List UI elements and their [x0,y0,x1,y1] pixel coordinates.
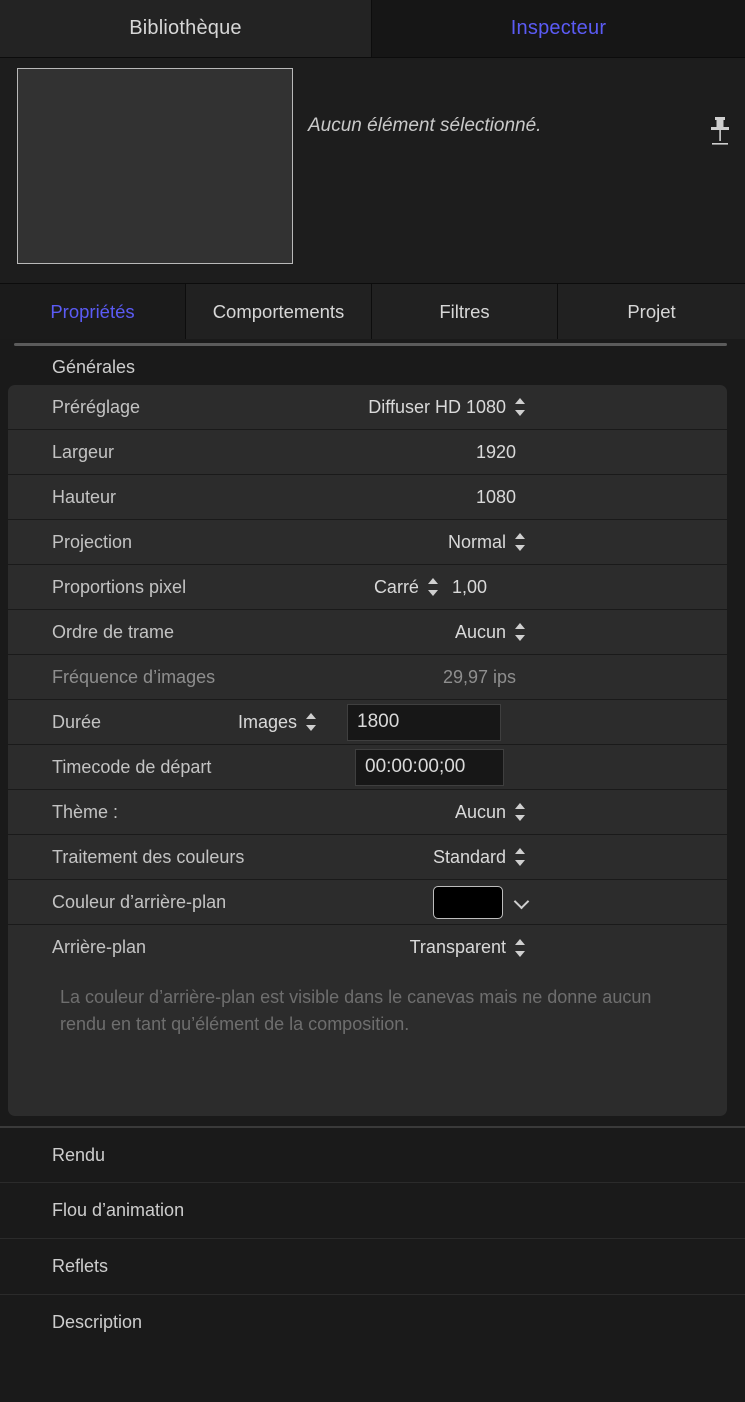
pixel-aspect-ratio[interactable]: 1,00 [452,577,487,598]
height-value[interactable]: 1080 [476,487,516,508]
start-timecode-input[interactable]: 00:00:00;00 [355,748,504,786]
inspector-tab-bar: Propriétés Comportements Filtres Projet [0,283,745,340]
section-description[interactable]: Description [0,1294,745,1350]
tab-filtres[interactable]: Filtres [372,284,558,340]
theme-popup[interactable]: Aucun [455,802,527,823]
properties-panel: Générales Préréglage Diffuser HD 1080 La… [0,339,745,1402]
field-order-popup[interactable]: Aucun [455,622,527,643]
theme-value: Aucun [454,801,506,822]
row-background-color[interactable]: Couleur d’arrière-plan [8,880,727,925]
row-background[interactable]: Arrière-plan Transparent [8,925,727,970]
background-color-swatch[interactable] [433,886,503,919]
field-order-value: Aucun [454,621,506,642]
collapsed-sections: Rendu Flou d’animation Reflets Descripti… [0,1126,745,1350]
preset-popup[interactable]: Diffuser HD 1080 [368,397,527,418]
general-properties-list: Préréglage Diffuser HD 1080 Largeur 1920… [0,385,745,970]
frame-rate-value: 29,97 ips [442,666,516,687]
row-label: Timecode de départ [52,756,212,777]
row-label: Hauteur [52,486,117,507]
section-flou-animation[interactable]: Flou d’animation [0,1182,745,1238]
duration-input[interactable]: 1800 [347,703,501,741]
row-color-processing[interactable]: Traitement des couleurs Standard [8,835,727,880]
pushpin-icon[interactable] [707,115,733,149]
preview-thumbnail[interactable] [17,68,293,264]
color-processing-value: Standard [432,846,506,867]
section-rendu[interactable]: Rendu [0,1126,745,1182]
stepper-icon[interactable] [514,938,527,958]
row-label: Durée [52,711,102,732]
row-label: Proportions pixel [52,576,187,597]
width-value[interactable]: 1920 [476,442,516,463]
row-label: Couleur d’arrière-plan [52,891,227,912]
duration-unit-popup[interactable]: Images [238,712,318,733]
stepper-icon[interactable] [514,397,527,417]
panel-top-divider [14,343,727,346]
tab-proprietes[interactable]: Propriétés [0,284,186,340]
pixel-aspect-value: Carré [373,576,419,597]
background-popup[interactable]: Transparent [410,937,527,958]
top-tab-bar: Bibliothèque Inspecteur [0,0,745,57]
stepper-icon[interactable] [514,622,527,642]
stepper-icon[interactable] [514,802,527,822]
row-frame-rate: Fréquence d’images 29,97 ips [8,655,727,700]
duration-unit-value: Images [238,711,298,732]
row-label: Fréquence d’images [52,666,216,687]
row-label: Préréglage [52,396,141,417]
stepper-icon[interactable] [514,847,527,867]
row-label: Traitement des couleurs [52,846,245,867]
row-field-order[interactable]: Ordre de trame Aucun [8,610,727,655]
stepper-icon[interactable] [427,577,440,597]
row-start-timecode[interactable]: Timecode de départ 00:00:00;00 [8,745,727,790]
group-header-generales[interactable]: Générales [0,349,745,385]
tab-comportements[interactable]: Comportements [186,284,372,340]
section-reflets[interactable]: Reflets [0,1238,745,1294]
preview-header: Aucun élément sélectionné. [0,57,745,283]
row-label: Ordre de trame [52,621,175,642]
tab-inspecteur[interactable]: Inspecteur [372,0,745,57]
projection-value: Normal [447,531,506,552]
row-label: Largeur [52,441,115,462]
row-pixel-aspect[interactable]: Proportions pixel Carré 1,00 [8,565,727,610]
row-height[interactable]: Hauteur 1080 [8,475,727,520]
row-preset[interactable]: Préréglage Diffuser HD 1080 [8,385,727,430]
row-projection[interactable]: Projection Normal [8,520,727,565]
row-label: Arrière-plan [52,937,147,957]
tab-bibliotheque[interactable]: Bibliothèque [0,0,372,57]
row-label: Thème : [52,801,119,822]
tab-projet[interactable]: Projet [558,284,745,340]
pixel-aspect-popup[interactable]: Carré 1,00 [374,577,487,598]
background-value: Transparent [409,937,506,957]
row-width[interactable]: Largeur 1920 [8,430,727,475]
chevron-down-icon[interactable] [515,895,529,909]
row-duration[interactable]: Durée Images 1800 [8,700,727,745]
no-selection-message: Aucun élément sélectionné. [308,115,542,136]
projection-popup[interactable]: Normal [448,532,527,553]
stepper-icon[interactable] [514,532,527,552]
color-processing-popup[interactable]: Standard [433,847,527,868]
background-help-text: La couleur d’arrière-plan est visible da… [8,970,727,1116]
row-theme[interactable]: Thème : Aucun [8,790,727,835]
preset-value: Diffuser HD 1080 [368,396,506,417]
stepper-icon[interactable] [305,712,318,732]
row-label: Projection [52,531,133,552]
